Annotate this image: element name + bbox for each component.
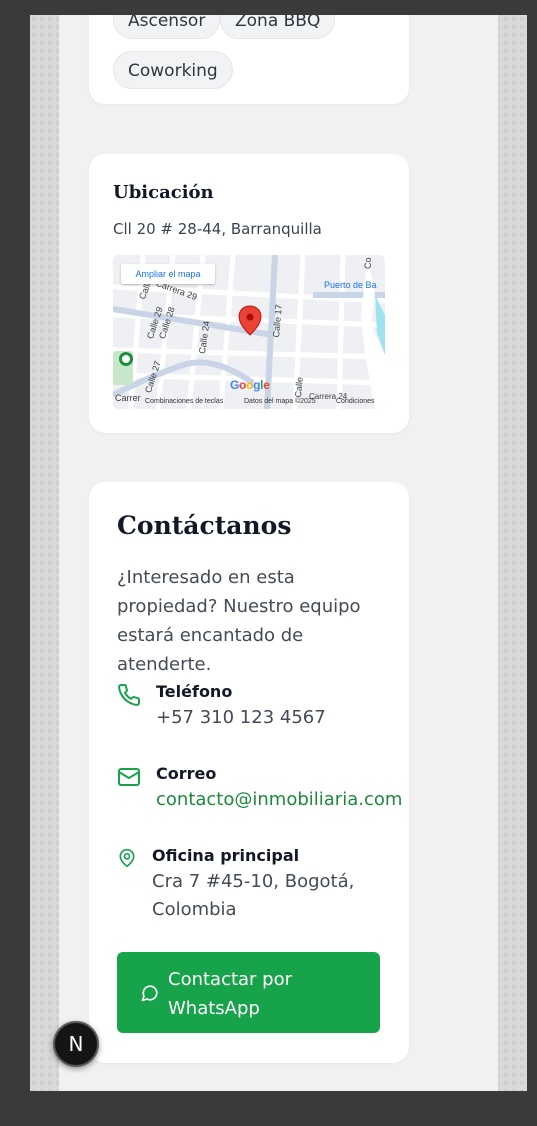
map-footer: Combinaciones de teclas Datos del mapa ©… [113,395,385,409]
browser-viewport: Ascensor Zona BBQ Coworking Ubicación Cl… [30,15,527,1091]
mail-icon [117,765,141,793]
amenity-chip: Ascensor [113,15,221,39]
whatsapp-button-line1: Contactar por [168,969,293,990]
google-logo: Google [230,378,270,392]
contact-title: Contáctanos [117,511,292,540]
map-street-label: Co [363,257,373,269]
map-place-label: Puerto de Ba [324,280,377,290]
contact-office-row: Oficina principal Cra 7 #45-10, Bogotá, … [117,844,397,930]
contact-email-label: Correo [156,764,217,783]
whatsapp-button[interactable]: Contactar por WhatsApp [117,952,380,1033]
phone-icon [117,683,141,711]
location-card: Ubicación Cll 20 # 28-44, Barranquilla C… [89,154,409,433]
map-terms-link[interactable]: Condiciones [336,398,375,405]
contact-office-value-line2: Colombia [152,899,237,920]
enlarge-map-button[interactable]: Ampliar el mapa [121,264,215,284]
amenity-chip: Coworking [113,51,233,89]
contact-office-value: Cra 7 #45-10, Bogotá, [152,871,355,892]
whatsapp-button-line2: WhatsApp [168,998,260,1019]
amenity-chip: Zona BBQ [220,15,336,39]
contact-email-row: Correo contacto@inmobiliaria.com [117,762,402,822]
contact-intro: ¿Interesado en esta propiedad? Nuestro e… [117,567,361,675]
map-pin-icon [117,848,137,872]
chat-bubble-icon [141,984,159,1006]
contact-office-label: Oficina principal [152,846,300,865]
contact-phone-row: Teléfono +57 310 123 4567 [117,680,397,740]
whatsapp-button-label: Contactar por WhatsApp [168,965,338,1023]
amenities-card: Ascensor Zona BBQ Coworking [89,15,409,104]
contact-card: Contáctanos ¿Interesado en esta propieda… [89,482,409,1063]
map-keyboard-shortcuts-link[interactable]: Combinaciones de teclas [145,398,223,405]
location-address: Cll 20 # 28-44, Barranquilla [113,220,322,238]
contact-phone-label: Teléfono [156,682,233,701]
location-title: Ubicación [113,182,214,203]
map-data-attribution: Datos del mapa ©2025 [244,398,316,405]
contact-phone-value[interactable]: +57 310 123 4567 [156,704,326,732]
contact-email-link[interactable]: contacto@inmobiliaria.com [156,786,402,814]
nextjs-dev-badge[interactable]: N [53,1021,99,1067]
map-embed[interactable]: Calle 29b Carrera 29 Calle 29 Calle 28 C… [113,255,385,409]
